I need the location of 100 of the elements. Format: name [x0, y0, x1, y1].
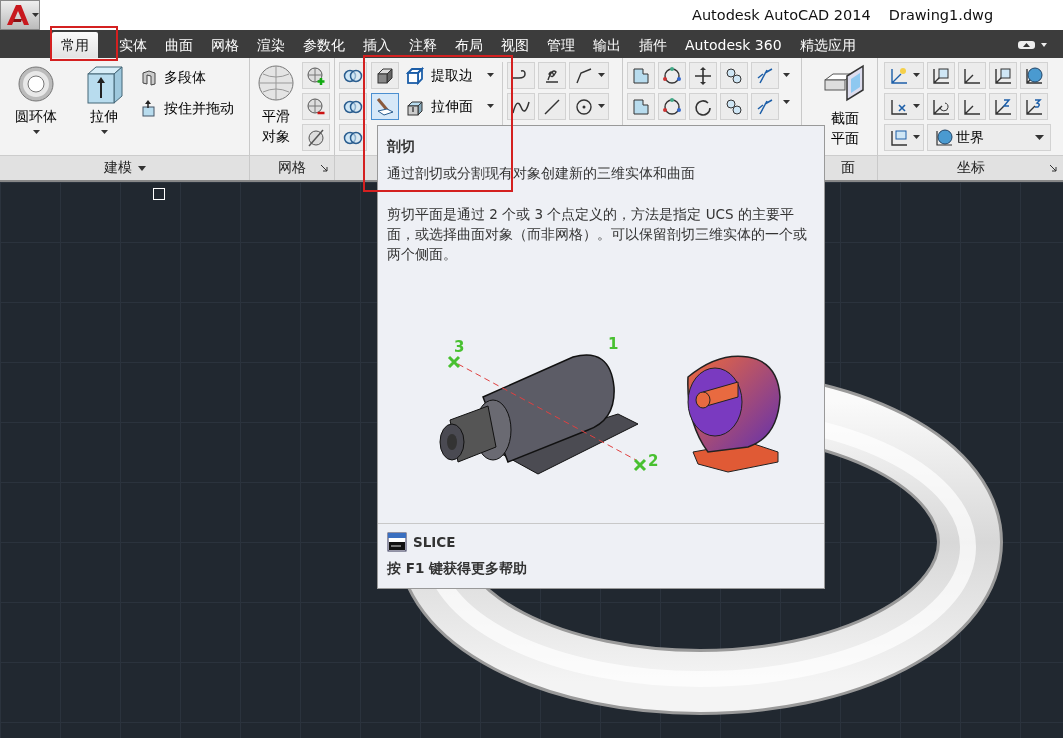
ribbon-tab[interactable]: 精选应用: [790, 32, 865, 58]
rotate3d-button[interactable]: [720, 62, 748, 89]
letter-a-logo-icon: [5, 3, 31, 27]
gizmo-button[interactable]: [658, 62, 686, 89]
dialog-launcher-icon[interactable]: [1050, 165, 1057, 172]
ucs-axes-button[interactable]: [958, 93, 986, 120]
ribbon-tab[interactable]: 输出: [584, 32, 630, 58]
caret-icon[interactable]: [783, 100, 790, 105]
dialog-launcher-icon[interactable]: [321, 165, 328, 172]
panel-title: 网格: [278, 159, 306, 177]
ribbon-tab[interactable]: 管理: [538, 32, 584, 58]
globe-icon: [1024, 65, 1044, 86]
wall-icon: [140, 68, 158, 87]
axes-window-icon: [888, 127, 909, 148]
remove-mesh-button[interactable]: [302, 93, 330, 120]
taper-button[interactable]: [720, 93, 748, 120]
ribbon-tab[interactable]: 常用: [52, 32, 98, 58]
cross-marker-icon: [633, 458, 647, 472]
caret-icon[interactable]: [783, 73, 790, 78]
box-arrow-icon: [140, 99, 158, 118]
align-icon: [631, 96, 651, 117]
rotate-button[interactable]: [689, 93, 717, 120]
globe-button[interactable]: [1020, 62, 1048, 89]
ucs-view-button[interactable]: [989, 62, 1017, 89]
ucs-z-icon: [993, 96, 1013, 117]
ribbon-tab[interactable]: 网格: [202, 32, 248, 58]
move-button[interactable]: [689, 62, 717, 89]
gizmo-icon: [662, 65, 682, 86]
ribbon-tab[interactable]: 实体: [110, 32, 156, 58]
point-number: 2: [648, 452, 659, 470]
separate-button[interactable]: [371, 62, 399, 89]
smooth-object-button[interactable]: 平滑 对象: [254, 62, 298, 146]
panel-title: 建模: [103, 159, 132, 177]
sphere-minus-icon: [306, 96, 326, 117]
polyline-icon: [573, 65, 594, 86]
add-mesh-button[interactable]: [302, 62, 330, 89]
torus-button[interactable]: 圆环体: [4, 62, 68, 135]
boolean-button[interactable]: [339, 93, 367, 120]
mesh-sphere-icon: [257, 64, 295, 102]
slice-button[interactable]: [371, 93, 399, 120]
caret-icon: [487, 104, 494, 109]
axes-bulb-icon: [888, 65, 909, 86]
scale-icon: [631, 65, 651, 86]
helix-button[interactable]: [538, 62, 566, 89]
slash-button[interactable]: [751, 62, 779, 89]
ribbon-tab[interactable]: Autodesk 360: [676, 32, 791, 58]
tooltip-description: 剪切平面是通过 2 个或 3 个点定义的，方法是指定 UCS 的主要平面，或选择曲面对象（而非网格）。可以保留剖切三维实体的一个或两个侧面。: [386, 205, 808, 264]
named-ucs-button[interactable]: [884, 124, 924, 151]
ribbon-tab[interactable]: 参数化: [294, 32, 354, 58]
ucs-dropdown[interactable]: 世界: [927, 124, 1051, 151]
ucs-undo-button[interactable]: [927, 93, 955, 120]
spline-button[interactable]: [507, 93, 535, 120]
application-menu-button[interactable]: [0, 0, 40, 30]
knife-plane-icon: [375, 96, 395, 117]
caret-icon: [32, 130, 40, 135]
ribbon-tab[interactable]: 插件: [630, 32, 676, 58]
path-button[interactable]: [507, 62, 535, 89]
globe-icon: [934, 127, 954, 148]
caret-icon: [1035, 135, 1044, 140]
point-number: 1: [608, 335, 619, 353]
panel-toggle-icon: [1018, 40, 1048, 50]
ucs-z-button[interactable]: [989, 93, 1017, 120]
ribbon-tab[interactable]: 视图: [492, 32, 538, 58]
polyline-button[interactable]: [569, 62, 609, 89]
polysolid-button[interactable]: 多段体: [140, 64, 234, 91]
ribbon-tab[interactable]: 布局: [446, 32, 492, 58]
ucs-axes-button[interactable]: [958, 62, 986, 89]
cube-icon: [375, 65, 395, 86]
taper-icon: [724, 96, 744, 117]
ucs-button[interactable]: [884, 62, 924, 89]
file-name: Drawing1.dwg: [888, 7, 994, 23]
ucs-3-button[interactable]: [1020, 93, 1048, 120]
caret-icon[interactable]: [137, 165, 146, 171]
presspull-button[interactable]: 按住并拖动: [140, 95, 234, 122]
ucs-x-button[interactable]: [884, 93, 924, 120]
extrude-faces-button[interactable]: 拉伸面: [403, 93, 498, 120]
ucs-doc-icon: [931, 65, 951, 86]
rotate3d-icon: [724, 65, 744, 86]
highlight-frame: [50, 26, 118, 61]
extract-edges-button[interactable]: 提取边: [403, 62, 498, 89]
boolean-button[interactable]: [339, 124, 367, 151]
ribbon-tab[interactable]: 曲面: [156, 32, 202, 58]
caret-icon: [912, 104, 920, 109]
cursor-pickbox-icon: [153, 188, 165, 200]
ucs-doc-button[interactable]: [927, 62, 955, 89]
extrude-button[interactable]: 拉伸: [72, 62, 136, 135]
window-title: Autodesk AutoCAD 2014: [692, 7, 871, 23]
ribbon-tab[interactable]: 渲染: [248, 32, 294, 58]
box-plane-icon: [822, 64, 867, 104]
fillet-button[interactable]: [751, 93, 779, 120]
circle-button[interactable]: [569, 93, 609, 120]
overlapping-circles-icon: [343, 68, 363, 83]
slash-icon: [755, 65, 775, 86]
help-hint: 按 F1 键获得更多帮助: [387, 560, 528, 578]
crease-button[interactable]: [302, 124, 330, 151]
ribbon-tab[interactable]: 插入: [354, 32, 400, 58]
ucs-3-icon: [1024, 96, 1044, 117]
sphere3d-button[interactable]: [658, 93, 686, 120]
ribbon-tab[interactable]: 注释: [400, 32, 446, 58]
boolean-button[interactable]: [339, 62, 367, 89]
